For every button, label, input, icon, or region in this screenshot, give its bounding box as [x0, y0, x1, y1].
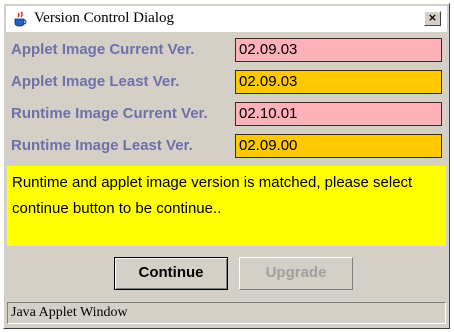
applet-current-version-label: Applet Image Current Ver.	[11, 41, 195, 58]
runtime-current-version-field[interactable]: 02.10.01	[235, 102, 442, 126]
applet-least-version-label: Applet Image Least Ver.	[11, 73, 180, 90]
runtime-current-version-row: Runtime Image Current Ver. 02.10.01	[6, 100, 447, 128]
applet-least-version-field[interactable]: 02.09.03	[235, 70, 442, 94]
applet-current-version-row: Applet Image Current Ver. 02.09.03	[6, 36, 447, 64]
java-coffee-cup-icon	[12, 10, 30, 28]
status-message: Runtime and applet image version is matc…	[7, 166, 446, 246]
applet-status-bar: Java Applet Window	[7, 302, 446, 324]
continue-button[interactable]: Continue	[114, 257, 228, 290]
title-bar: Version Control Dialog ×	[6, 6, 447, 32]
runtime-least-version-label: Runtime Image Least Ver.	[11, 137, 193, 154]
runtime-least-version-row: Runtime Image Least Ver. 02.09.00	[6, 132, 447, 160]
runtime-current-version-label: Runtime Image Current Ver.	[11, 105, 208, 122]
upgrade-button: Upgrade	[239, 257, 353, 290]
runtime-least-version-field[interactable]: 02.09.00	[235, 134, 442, 158]
applet-current-version-field[interactable]: 02.09.03	[235, 38, 442, 62]
applet-least-version-row: Applet Image Least Ver. 02.09.03	[6, 68, 447, 96]
close-icon: ×	[427, 11, 438, 24]
version-control-dialog: Version Control Dialog × Applet Image Cu…	[3, 3, 450, 329]
dialog-title: Version Control Dialog	[34, 10, 174, 26]
close-button[interactable]: ×	[424, 11, 441, 26]
